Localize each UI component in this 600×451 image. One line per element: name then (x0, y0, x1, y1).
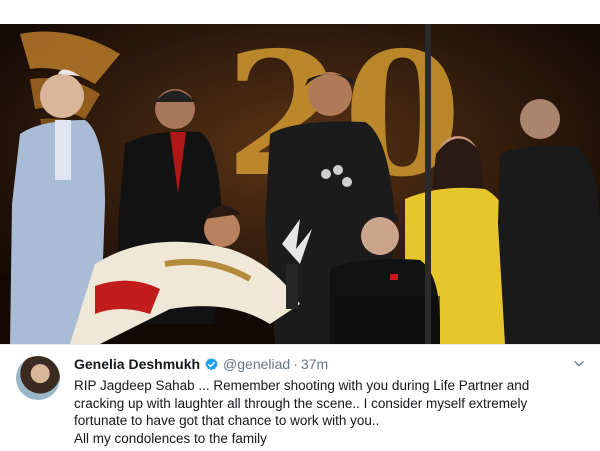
tweet-card: Genelia Deshmukh @geneliad · 37m RIP Jag… (0, 344, 600, 451)
chevron-down-icon[interactable] (572, 357, 586, 371)
tweet-time[interactable]: 37m (301, 356, 328, 372)
tweet-line: All my condolences to the family (74, 430, 267, 446)
mic-stand (425, 24, 431, 344)
top-bar (0, 0, 600, 24)
tweet-line: fortunate to have got that chance to wor… (74, 413, 380, 428)
author-name[interactable]: Genelia Deshmukh (74, 356, 200, 372)
tweet-line: cracking up with laughter all through th… (74, 395, 528, 411)
meta-separator: · (293, 356, 298, 372)
avatar[interactable] (16, 356, 60, 400)
author-handle[interactable]: @geneliad (223, 356, 290, 372)
event-photo: 20 (0, 24, 600, 344)
tweet-text: RIP Jagdeep Sahab ... Remember shooting … (74, 377, 594, 447)
verified-badge-icon (205, 357, 218, 370)
tweet-header: Genelia Deshmukh @geneliad · 37m (74, 355, 328, 373)
stage-scene: 20 (0, 24, 600, 344)
tweet-line: RIP Jagdeep Sahab ... Remember shooting … (74, 378, 530, 393)
